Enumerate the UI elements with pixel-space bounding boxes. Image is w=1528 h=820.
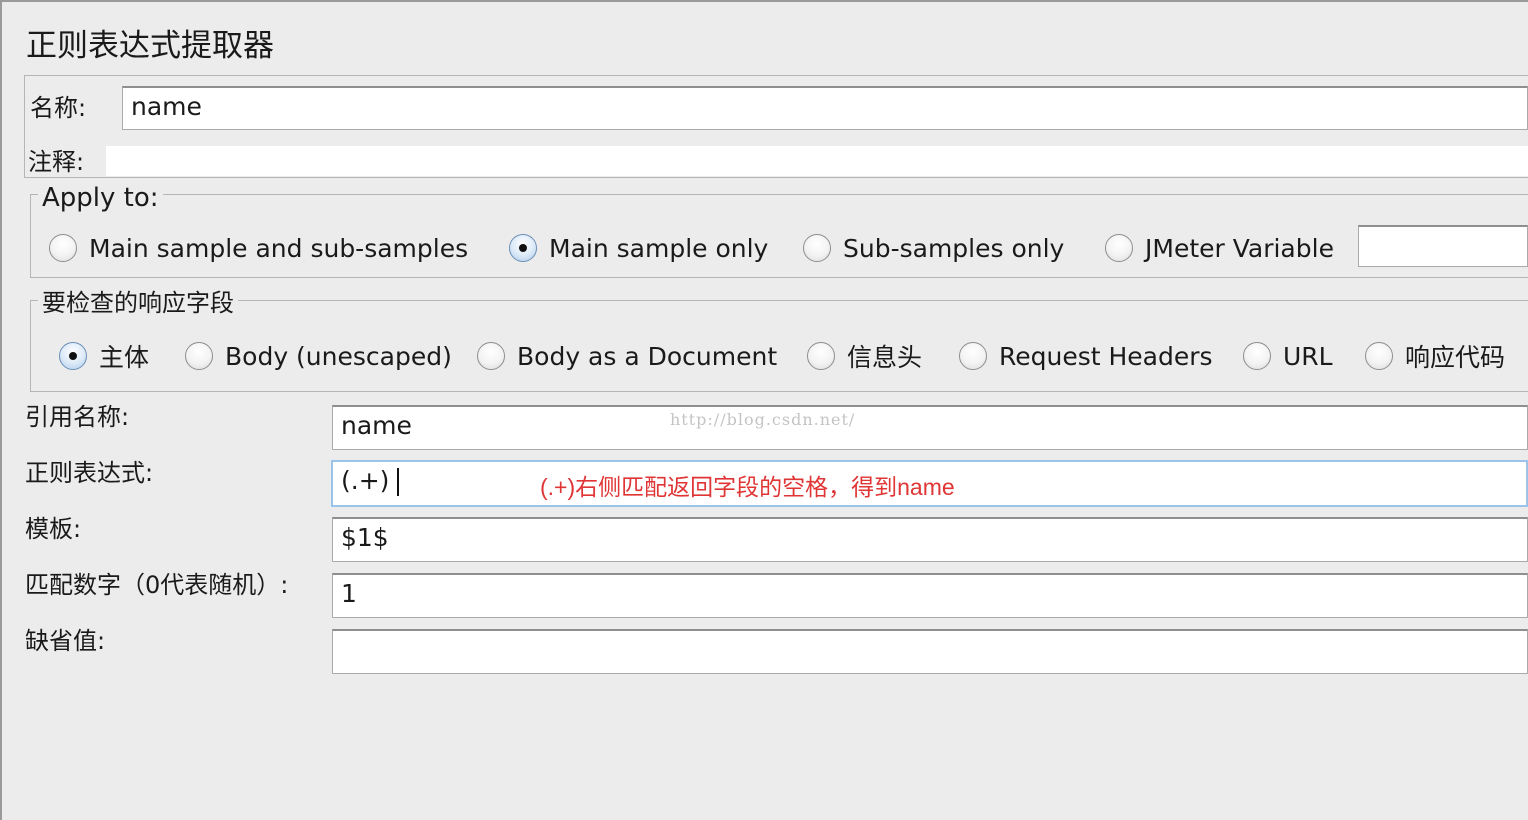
ref-name-label: 引用名称:: [25, 403, 130, 431]
radio-circle-icon: [477, 342, 505, 370]
radio-circle-icon: [49, 234, 77, 262]
radio-label: 响应代码: [1405, 343, 1506, 372]
radio-request-headers[interactable]: Request Headers: [959, 338, 1213, 374]
radio-jmeter-variable[interactable]: JMeter Variable: [1105, 230, 1334, 266]
radio-url[interactable]: URL: [1243, 338, 1333, 374]
radio-circle-icon: [807, 342, 835, 370]
radio-dot-icon: [519, 244, 527, 252]
default-value-input[interactable]: [332, 629, 1528, 674]
radio-main-sample-only[interactable]: Main sample only: [509, 230, 768, 266]
annotation-note: (.+)右侧匹配返回字段的空格，得到name: [540, 474, 955, 500]
apply-to-legend: Apply to:: [38, 182, 163, 214]
ref-name-input[interactable]: name: [332, 405, 1528, 450]
radio-label: URL: [1283, 341, 1333, 371]
radio-selected-icon: [509, 234, 537, 262]
comment-input[interactable]: [106, 146, 1528, 176]
radio-dot-icon: [69, 352, 77, 360]
regex-label: 正则表达式:: [25, 459, 154, 487]
radio-label: Sub-samples only: [843, 233, 1065, 263]
template-input[interactable]: $1$: [332, 517, 1528, 562]
window-frame-left: [0, 0, 2, 820]
match-number-input[interactable]: 1: [332, 573, 1528, 618]
radio-label: Main sample only: [549, 233, 769, 263]
name-label: 名称:: [30, 94, 87, 122]
text-caret: [397, 468, 400, 496]
jmeter-variable-input[interactable]: [1358, 225, 1528, 267]
field-to-check-legend: 要检查的响应字段: [38, 287, 238, 319]
radio-main-and-sub-samples[interactable]: Main sample and sub-samples: [49, 230, 468, 266]
radio-label: Body (unescaped): [225, 341, 452, 371]
radio-selected-icon: [59, 342, 87, 370]
window-frame-top: [0, 0, 1528, 2]
radio-body[interactable]: 主体: [59, 338, 149, 374]
radio-headers[interactable]: 信息头: [807, 338, 922, 374]
radio-circle-icon: [959, 342, 987, 370]
radio-label: 信息头: [847, 343, 923, 372]
radio-body-as-document[interactable]: Body as a Document: [477, 338, 777, 374]
radio-label: 主体: [99, 343, 150, 372]
radio-circle-icon: [1105, 234, 1133, 262]
radio-circle-icon: [185, 342, 213, 370]
watermark: http://blog.csdn.net/: [670, 410, 856, 429]
radio-body-unescaped[interactable]: Body (unescaped): [185, 338, 452, 374]
match-number-label: 匹配数字（0代表随机）:: [25, 571, 289, 599]
radio-label: Request Headers: [999, 341, 1213, 371]
radio-sub-samples-only[interactable]: Sub-samples only: [803, 230, 1064, 266]
default-value-label: 缺省值:: [25, 627, 106, 655]
radio-label: Main sample and sub-samples: [89, 233, 469, 263]
name-input[interactable]: name: [122, 86, 1528, 130]
regex-value: (.+): [341, 466, 390, 495]
radio-circle-icon: [803, 234, 831, 262]
comment-label: 注释:: [28, 148, 85, 176]
radio-circle-icon: [1365, 342, 1393, 370]
page-title: 正则表达式提取器: [26, 28, 274, 64]
radio-label: Body as a Document: [517, 341, 778, 371]
radio-response-code[interactable]: 响应代码: [1365, 338, 1505, 374]
template-label: 模板:: [25, 515, 82, 543]
radio-label: JMeter Variable: [1145, 233, 1334, 263]
radio-circle-icon: [1243, 342, 1271, 370]
